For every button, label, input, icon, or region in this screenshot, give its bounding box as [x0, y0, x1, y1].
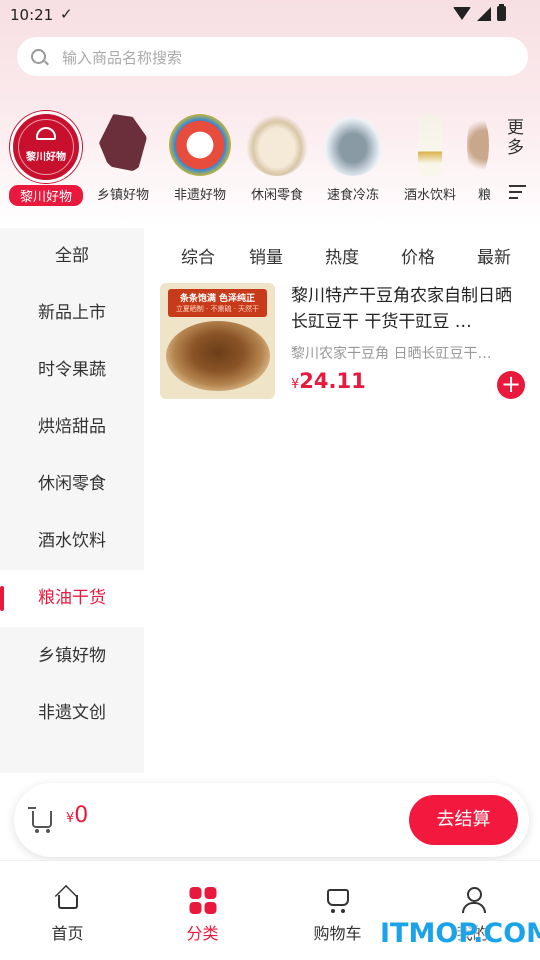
cart-icon: [326, 889, 349, 913]
category-drinks[interactable]: 酒水饮料: [392, 106, 468, 206]
wifi-icon: [453, 7, 471, 20]
sidebar-item-new[interactable]: 新品上市: [0, 285, 144, 342]
category-label: 非遗好物: [173, 188, 226, 203]
lion-dance-icon: [169, 114, 231, 176]
dried-beans-basket: [166, 321, 270, 391]
sidebar-item-grain-oil[interactable]: 粮油干货: [0, 570, 144, 627]
frozen-food-icon: [322, 114, 384, 176]
category-towns[interactable]: 乡镇好物: [85, 106, 161, 206]
sidebar-item-towns[interactable]: 乡镇好物: [0, 628, 144, 685]
watermark: ITMOP.COM: [380, 918, 540, 949]
product-card[interactable]: 条条饱满 色泽纯正 立夏晒制 · 不熏硫 · 天然干 黎川特产干豆角农家自制日晒…: [160, 283, 530, 400]
sort-tab-comprehensive[interactable]: 综合: [181, 243, 215, 268]
sidebar-item-heritage[interactable]: 非遗文创: [0, 685, 144, 742]
signal-icon: [477, 6, 491, 21]
add-to-cart-button[interactable]: +: [497, 371, 525, 399]
nav-label: 首页: [51, 924, 84, 943]
sort-tab-popularity[interactable]: 热度: [325, 243, 359, 268]
drink-bottle-icon: [418, 114, 442, 176]
category-grain[interactable]: 粮: [466, 106, 492, 206]
product-description: 黎川农家干豆角 日晒长豇豆干…: [291, 346, 492, 362]
category-label: 黎川好物: [9, 185, 83, 206]
product-image-banner-text: 条条饱满 色泽纯正: [179, 294, 256, 304]
category-snacks[interactable]: 休闲零食: [239, 106, 315, 206]
more-categories-label[interactable]: 更多: [507, 118, 527, 158]
category-lichuan[interactable]: 黎川好物 黎川好物: [8, 106, 84, 206]
category-frozen[interactable]: 速食冷冻: [315, 106, 391, 206]
sort-tab-newest[interactable]: 最新: [477, 243, 511, 268]
search-input[interactable]: 输入商品名称搜索: [17, 37, 528, 76]
nav-category[interactable]: 分类: [135, 861, 270, 960]
lichuan-logo-icon: 黎川好物: [10, 111, 82, 183]
category-label: 酒水饮料: [403, 188, 456, 203]
sidebar-item-bakery[interactable]: 烘焙甜品: [0, 399, 144, 456]
grain-icon: [467, 114, 489, 176]
map-icon: [99, 114, 147, 172]
status-icons: [453, 4, 506, 21]
cart-icon[interactable]: [28, 807, 52, 833]
check-icon: ✓: [60, 5, 73, 23]
product-title[interactable]: 黎川特产干豆角农家自制日晒长豇豆干 干货干豇豆 …: [291, 283, 527, 335]
logo-text: 黎川好物: [26, 152, 66, 163]
sidebar-item-produce[interactable]: 时令果蔬: [0, 342, 144, 399]
category-label: 粮: [478, 188, 492, 203]
search-icon: [31, 49, 46, 64]
sidebar-item-all[interactable]: 全部: [0, 228, 144, 285]
menu-icon[interactable]: [509, 185, 526, 199]
cart-total: ¥0: [66, 803, 88, 828]
sort-tab-sales[interactable]: 销量: [249, 243, 283, 268]
category-strip: 黎川好物 黎川好物 乡镇好物 非遗好物 休闲零食 速食冷冻 酒水饮料 粮: [0, 106, 540, 206]
profile-icon: [460, 887, 486, 913]
sort-tab-price[interactable]: 价格: [401, 243, 435, 268]
home-icon: [57, 895, 78, 909]
category-label: 休闲零食: [250, 188, 303, 203]
category-sidebar: 全部 新品上市 时令果蔬 烘焙甜品 休闲零食 酒水饮料 粮油干货 乡镇好物 非遗…: [0, 228, 144, 773]
checkout-button[interactable]: 去结算: [409, 795, 518, 845]
cart-bar: ¥0 去结算: [14, 783, 529, 857]
nav-label: 分类: [186, 924, 219, 943]
status-time: 10:21: [10, 6, 54, 24]
sort-tabs: 综合 销量 热度 价格 最新: [144, 228, 540, 282]
category-heritage[interactable]: 非遗好物: [162, 106, 238, 206]
product-price: ¥24.11: [291, 369, 366, 393]
product-image-banner: 条条饱满 色泽纯正 立夏晒制 · 不熏硫 · 天然干: [168, 289, 267, 317]
product-image-banner-subtext: 立夏晒制 · 不熏硫 · 天然干: [175, 305, 260, 313]
nav-home[interactable]: 首页: [0, 861, 135, 960]
product-image[interactable]: 条条饱满 色泽纯正 立夏晒制 · 不熏硫 · 天然干: [160, 283, 275, 399]
battery-icon: [497, 4, 506, 21]
category-label: 乡镇好物: [96, 188, 149, 203]
sidebar-item-snacks[interactable]: 休闲零食: [0, 456, 144, 513]
price-amount: 24.11: [299, 369, 366, 393]
category-label: 速食冷冻: [326, 188, 379, 203]
cart-amount: 0: [74, 803, 89, 828]
sidebar-item-drinks[interactable]: 酒水饮料: [0, 513, 144, 570]
category-icon: [189, 887, 216, 914]
status-bar: 10:21 ✓: [0, 0, 540, 30]
search-placeholder: 输入商品名称搜索: [62, 49, 183, 67]
snack-icon: [246, 114, 308, 176]
